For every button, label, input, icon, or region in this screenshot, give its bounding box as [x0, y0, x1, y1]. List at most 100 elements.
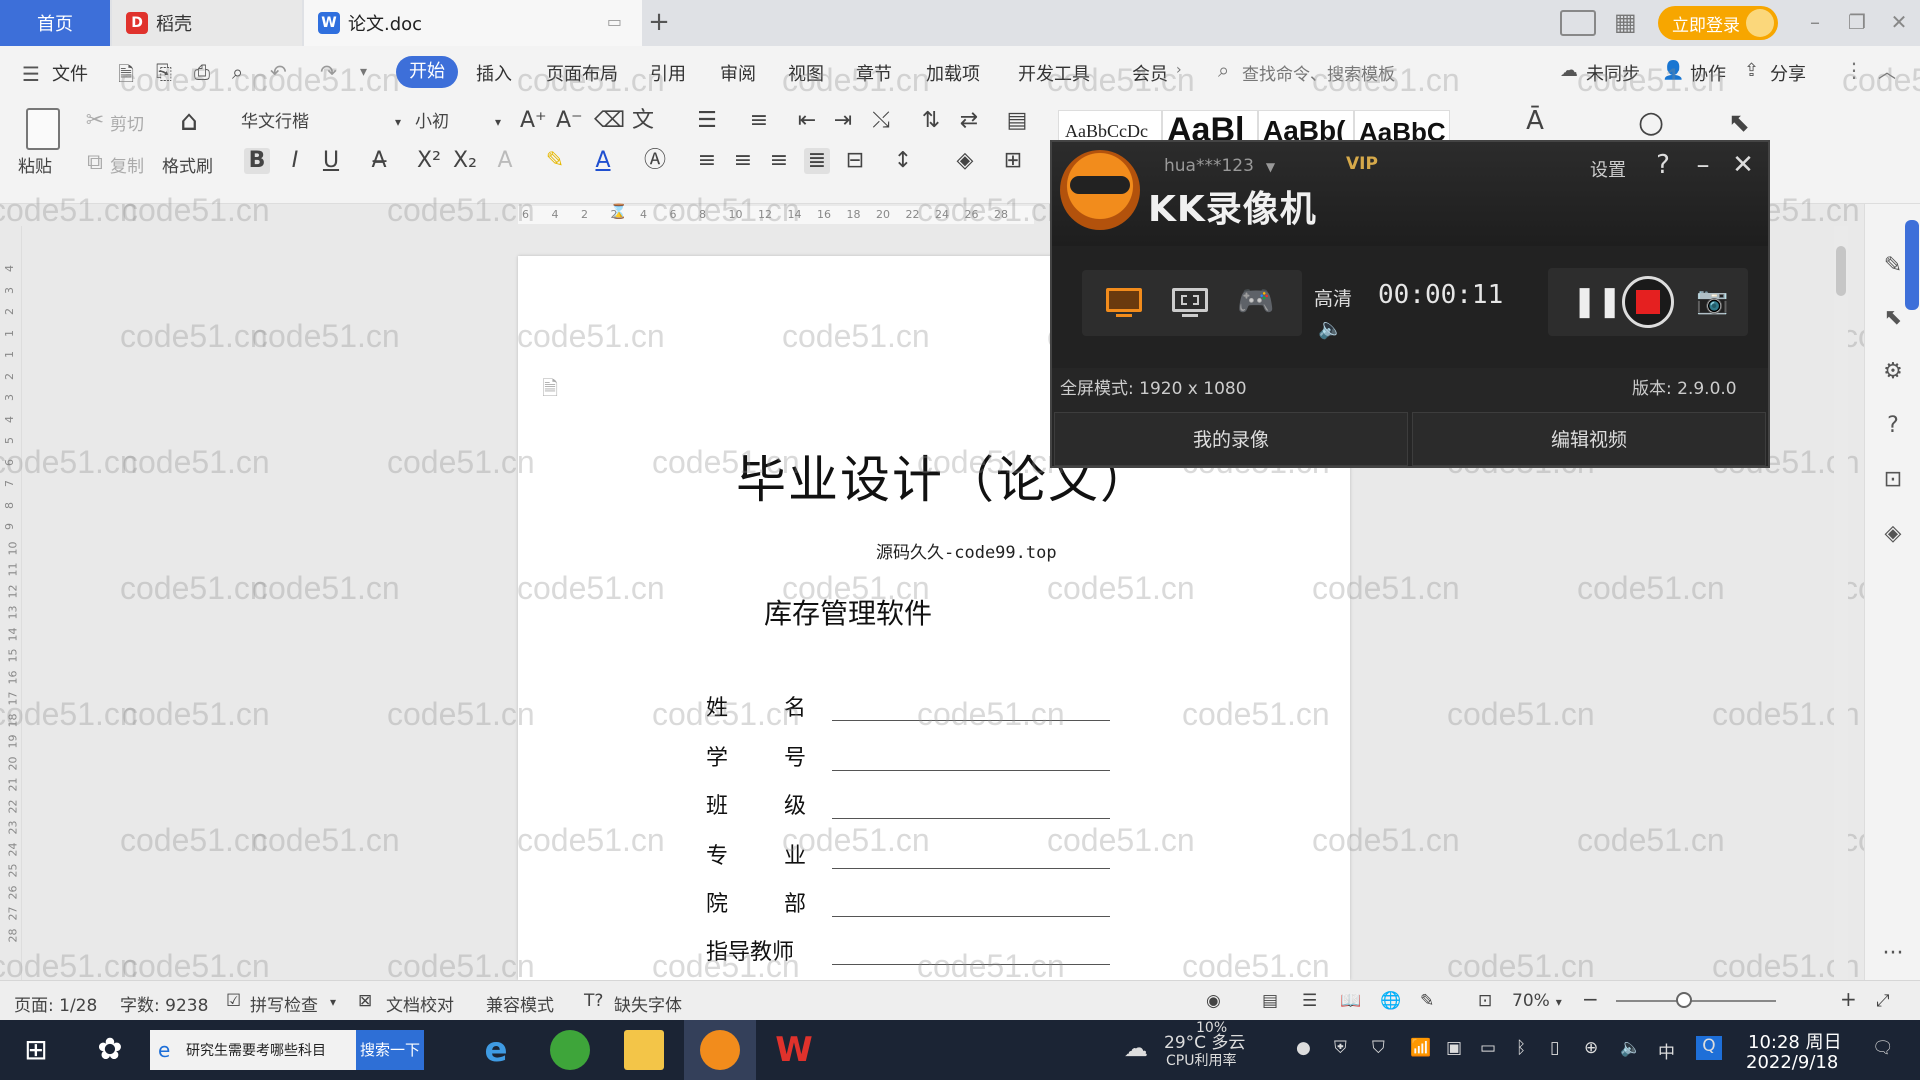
select-cursor-icon[interactable]: ⬉ [1726, 110, 1752, 136]
phonetic-guide-icon[interactable]: 文 [630, 108, 656, 134]
export-icon[interactable]: ⎘ [156, 60, 172, 84]
cover-field-underline[interactable] [832, 964, 1110, 965]
battery-icon[interactable]: ▭ [1480, 1038, 1496, 1058]
shading-icon[interactable]: ◈ [952, 148, 978, 174]
clock-time[interactable]: 10:28 周日 [1748, 1028, 1842, 1054]
command-search-input[interactable]: 查找命令、搜索模板 [1242, 60, 1395, 85]
find-replace-icon[interactable]: ○ [1638, 108, 1664, 138]
word-count[interactable]: 字数: 9238 [120, 991, 208, 1016]
cover-field-underline[interactable] [832, 818, 1110, 819]
kk-help-icon[interactable]: ? [1646, 148, 1680, 182]
menu-more-icon[interactable]: › [1176, 62, 1182, 78]
sync-status[interactable]: 未同步 [1586, 60, 1640, 86]
tab-daoke[interactable]: D 稻壳 [112, 0, 302, 46]
fullscreen-icon[interactable]: ⤢ [1876, 991, 1890, 1011]
format-painter-icon[interactable]: ⌂ [176, 107, 202, 135]
volume-icon[interactable]: 🔈 [1620, 1038, 1641, 1058]
zoom-out-icon[interactable]: − [1582, 987, 1599, 1011]
format-painter-label[interactable]: 格式刷 [162, 152, 213, 177]
zoom-slider[interactable] [1616, 1000, 1776, 1002]
more-options-icon[interactable]: ⋮ [1844, 58, 1864, 82]
paste-icon[interactable] [26, 108, 60, 150]
tab-document[interactable]: W 论文.doc ▭ [304, 0, 642, 46]
text-effect-icon[interactable]: A [492, 148, 518, 174]
highlight-icon[interactable]: ✎ [542, 148, 568, 174]
zoom-slider-thumb[interactable] [1676, 992, 1692, 1008]
monitor-icon[interactable]: ▭ [607, 12, 622, 31]
missing-font-icon[interactable]: T? [584, 991, 603, 1011]
table-tools-icon[interactable]: ▤ [1004, 108, 1030, 134]
kk-volume-icon[interactable]: 🔈 [1318, 316, 1343, 340]
text-direction-icon[interactable]: ⇄ [956, 108, 982, 134]
internet-explorer-icon[interactable]: e [476, 1030, 516, 1070]
page-indicator[interactable]: 页面: 1/28 [14, 991, 97, 1016]
kk-minimize-icon[interactable]: – [1686, 148, 1720, 182]
align-right-icon[interactable]: ≡ [766, 148, 792, 174]
paste-label[interactable]: 粘贴 [18, 152, 52, 177]
menu-addins[interactable]: 加载项 [926, 60, 980, 86]
cursor-icon[interactable]: ⬉ [1879, 304, 1907, 332]
taskbar-active-app[interactable] [684, 1020, 756, 1080]
paragraph-handle-icon[interactable]: 🗎 [542, 374, 558, 408]
preview-icon[interactable]: ⌕ [232, 60, 243, 84]
menu-chapter[interactable]: 章节 [856, 60, 892, 86]
write-view-icon[interactable]: ✎ [1420, 991, 1434, 1011]
taskbar-search-button[interactable]: 搜索一下 [356, 1030, 424, 1070]
sidebar-collapse-handle[interactable] [1905, 220, 1919, 310]
weather-icon[interactable]: ☁ [1124, 1034, 1148, 1062]
cover-field-underline[interactable] [832, 720, 1110, 721]
scissors-icon[interactable]: ✂ [82, 108, 108, 134]
checkbox-icon[interactable]: ☑ [226, 991, 241, 1011]
reading-view-icon[interactable]: 📖 [1340, 991, 1361, 1011]
tray-plus-icon[interactable]: ⊕ [1584, 1038, 1598, 1058]
pen-icon[interactable]: ✎ [1879, 252, 1907, 280]
copy-label[interactable]: 复制 [110, 152, 144, 177]
clear-format-icon[interactable]: ⌫ [594, 108, 625, 134]
notification-icon[interactable]: 🗨 [1872, 1038, 1894, 1058]
font-color-icon[interactable]: A [590, 148, 616, 174]
borders-icon[interactable]: ⊞ [1000, 148, 1026, 174]
app-launcher-icon[interactable]: ✿ [90, 1030, 130, 1070]
fullscreen-mode-icon[interactable] [1102, 282, 1146, 322]
text-tools-icon[interactable]: Ā [1522, 108, 1548, 134]
align-left-icon[interactable]: ≡ [694, 148, 720, 174]
bluetooth-icon[interactable]: ᛒ [1516, 1038, 1526, 1058]
tray-q-icon[interactable]: Q [1696, 1036, 1722, 1060]
missing-font-button[interactable]: 缺失字体 [614, 991, 682, 1016]
menu-file[interactable]: 文件 [52, 60, 88, 86]
tray-app-icon[interactable]: ● [1296, 1038, 1311, 1058]
cut-label[interactable]: 剪切 [110, 110, 144, 135]
tray-security-icon[interactable]: ⛨ [1334, 1038, 1347, 1058]
collaborate-button[interactable]: 协作 [1690, 60, 1726, 86]
kk-quality-label[interactable]: 高清 [1314, 284, 1352, 311]
hamburger-icon[interactable]: ☰ [22, 62, 40, 86]
print-icon[interactable]: ⎙ [194, 60, 210, 84]
menu-review[interactable]: 审阅 [720, 60, 756, 86]
italic-icon[interactable]: I [282, 148, 308, 174]
grid-apps-icon[interactable]: ▦ [1614, 8, 1637, 36]
spell-check-button[interactable]: 拼写检查 [250, 991, 318, 1016]
quick-access-more-icon[interactable]: ▾ [360, 64, 367, 80]
grow-font-icon[interactable]: A⁺ [520, 108, 547, 134]
image-edit-icon[interactable]: ⊡ [1879, 466, 1907, 494]
chinese-layout-icon[interactable]: ⤯ [868, 108, 894, 134]
menu-developer[interactable]: 开发工具 [1018, 60, 1090, 86]
underline-icon[interactable]: U [318, 148, 344, 174]
kk-username[interactable]: hua***123 ▼ [1164, 156, 1275, 176]
redo-icon[interactable]: ↷ [320, 60, 337, 84]
save-icon[interactable]: 🗎 [118, 60, 134, 94]
share-button[interactable]: 分享 [1770, 60, 1806, 86]
adjust-icon[interactable]: ⚙ [1879, 358, 1907, 386]
wps-office-icon[interactable]: W [774, 1030, 814, 1070]
align-center-icon[interactable]: ≡ [730, 148, 756, 174]
kk-close-icon[interactable]: ✕ [1726, 148, 1760, 182]
file-explorer-icon[interactable] [624, 1030, 664, 1070]
numbering-icon[interactable]: ≡ [746, 108, 772, 134]
decrease-indent-icon[interactable]: ⇤ [794, 108, 820, 134]
bold-icon[interactable]: B [244, 148, 270, 174]
superscript-icon[interactable]: X² [416, 148, 442, 174]
tab-home[interactable]: 首页 [0, 0, 110, 46]
menu-view[interactable]: 视图 [788, 60, 824, 86]
line-spacing-icon[interactable]: ↕ [890, 148, 916, 174]
font-name-select[interactable]: 华文行楷 ▾ [240, 106, 406, 136]
